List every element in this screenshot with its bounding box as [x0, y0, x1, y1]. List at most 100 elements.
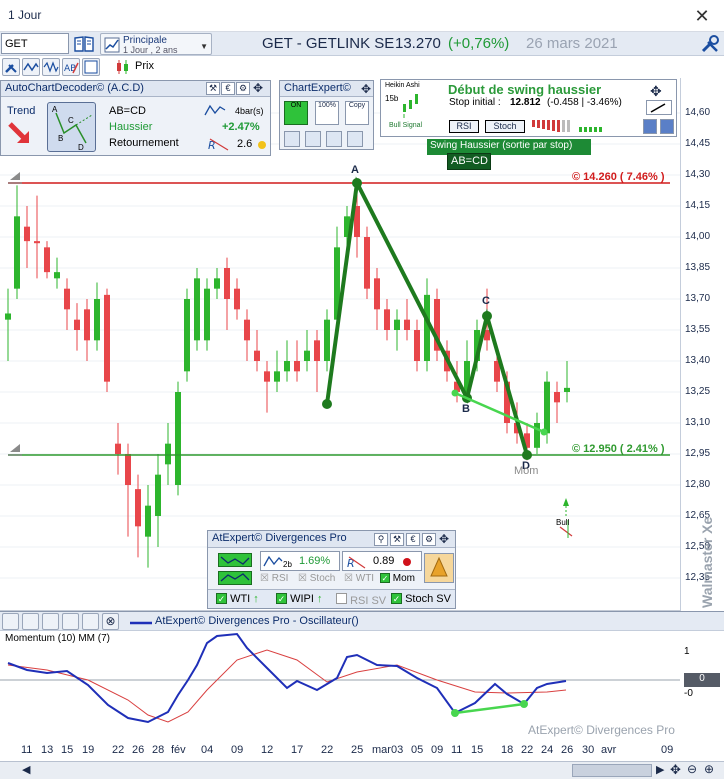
- euro-icon[interactable]: €: [221, 82, 235, 95]
- horizontal-scrollbar[interactable]: ◀ ▶ ✥ ⊖ ⊕: [0, 761, 724, 779]
- option-mom[interactable]: ✓ Mom: [380, 573, 415, 584]
- option-wti[interactable]: ☒ WTI: [344, 573, 374, 584]
- pen-button[interactable]: [347, 131, 363, 147]
- move-icon[interactable]: ✥: [670, 762, 681, 778]
- scroll-left-icon[interactable]: ◀: [22, 763, 30, 776]
- candle-body: [54, 272, 60, 279]
- window-button[interactable]: [82, 58, 100, 76]
- candle-body: [104, 294, 110, 382]
- pattern-thumbnail[interactable]: A C B D: [47, 102, 96, 152]
- move-icon[interactable]: ✥: [251, 82, 265, 95]
- status-dot-icon: [403, 558, 411, 566]
- scroll-right-icon[interactable]: ▶: [656, 763, 664, 776]
- candle-body: [384, 309, 390, 330]
- tools-mini-icon[interactable]: ⚙: [422, 533, 436, 546]
- bell-alert-button[interactable]: [424, 553, 454, 583]
- support-label: © 12.950 ( 2.41% ): [572, 443, 665, 455]
- osc-scale-neg: -0: [684, 688, 693, 699]
- indicators-button[interactable]: [22, 613, 39, 630]
- move-icon[interactable]: ✥: [650, 83, 662, 100]
- y-axis-tick: 12,95: [685, 448, 711, 459]
- x-axis-tick: 17: [291, 744, 304, 756]
- chartexpert-panel: ChartExpert© ✥ ON 100% Copy: [279, 80, 374, 150]
- indicators-button[interactable]: [22, 58, 40, 76]
- x-axis-tick: 09: [661, 744, 674, 756]
- settings-icon[interactable]: ⚒: [206, 82, 220, 95]
- chart-mode-button[interactable]: [643, 119, 657, 134]
- zoom-tool-button[interactable]: [646, 100, 672, 115]
- price-series-label[interactable]: Prix: [135, 60, 154, 72]
- indicator-mode-button[interactable]: [660, 119, 674, 134]
- bell-icon[interactable]: [8, 444, 22, 456]
- rsi-button[interactable]: RSI: [449, 120, 479, 133]
- candle-body: [165, 443, 171, 465]
- annotation-button[interactable]: [62, 613, 79, 630]
- edit-button[interactable]: [305, 131, 321, 147]
- close-icon[interactable]: ✕: [690, 4, 714, 28]
- copy-button[interactable]: Copy: [345, 101, 369, 125]
- y-axis-tick: 14,30: [685, 169, 711, 180]
- abcd-label[interactable]: AB=CD: [447, 153, 491, 170]
- book-icon[interactable]: [73, 35, 95, 53]
- stoch-button[interactable]: Stoch: [485, 120, 525, 133]
- move-icon[interactable]: ✥: [439, 532, 449, 546]
- window-title: 1 Jour: [8, 8, 42, 22]
- check-rsi-sv[interactable]: RSI SV: [336, 593, 386, 607]
- palette-button[interactable]: [326, 131, 342, 147]
- candle-body: [135, 489, 141, 527]
- candle-body: [394, 319, 400, 330]
- on-toggle-button[interactable]: ON: [284, 101, 308, 125]
- annotation-button[interactable]: AB: [62, 58, 80, 76]
- euro-icon[interactable]: €: [406, 533, 420, 546]
- svg-text:A: A: [52, 105, 58, 114]
- zoom-out-icon[interactable]: ⊖: [687, 762, 697, 776]
- pattern-point: [482, 311, 492, 321]
- divergence-bear-button[interactable]: [218, 571, 252, 585]
- strength-meter-icon: [532, 120, 602, 132]
- divergence-bull-button[interactable]: [218, 553, 252, 567]
- tools-mini-icon[interactable]: ⚙: [236, 82, 250, 95]
- move-icon[interactable]: ✥: [361, 82, 371, 96]
- settings-button[interactable]: [284, 131, 300, 147]
- check-wipi[interactable]: ✓ WIPI ↑: [276, 593, 322, 605]
- check-wti[interactable]: ✓ WTI ↑: [216, 593, 259, 605]
- acd-panel-controls: ⚒ € ⚙ ✥: [206, 82, 268, 96]
- tools-button[interactable]: [2, 58, 20, 76]
- candle-body: [264, 371, 270, 382]
- wrench-icon: [5, 64, 17, 73]
- tools-button[interactable]: [2, 613, 19, 630]
- zoom-100-button[interactable]: 100%: [315, 101, 339, 125]
- divergence-rr-box: R 0.89: [342, 551, 422, 571]
- x-axis-tick: 09: [231, 744, 244, 756]
- tools-icon[interactable]: [700, 34, 720, 54]
- y-axis-tick: 13,10: [685, 417, 711, 428]
- scrollbar-thumb[interactable]: [572, 764, 652, 777]
- option-rsi[interactable]: ☒ RSI: [260, 573, 288, 584]
- x-axis-tick: 22: [321, 744, 334, 756]
- oscillator-button[interactable]: [42, 613, 59, 630]
- check-stoch-sv[interactable]: ✓ Stoch SV: [391, 593, 451, 605]
- option-stoch[interactable]: ☒ Stoch: [298, 573, 335, 584]
- candle-body: [414, 330, 420, 361]
- oscillator-watermark: AtExpert© Divergences Pro: [528, 723, 675, 737]
- text-pen-icon: AB: [64, 62, 79, 74]
- bell-icon[interactable]: [8, 172, 22, 184]
- period-selector[interactable]: Principale 1 Jour , 2 ans ▼: [100, 33, 212, 55]
- candle-body: [24, 226, 30, 242]
- zoom-in-icon[interactable]: ⊕: [704, 762, 714, 776]
- candle-body: [175, 392, 181, 485]
- symbol-input[interactable]: [1, 33, 69, 54]
- search-icon[interactable]: ⚲: [374, 533, 388, 546]
- candle-body: [314, 340, 320, 361]
- last-price: 13.270: [395, 35, 441, 52]
- oscillator-button[interactable]: [42, 58, 60, 76]
- pattern-gain: +2.47%: [222, 121, 260, 133]
- point-a-label: A: [351, 164, 359, 176]
- divergence-pct: 1.69%: [299, 555, 331, 567]
- close-icon[interactable]: ⊗: [102, 613, 119, 630]
- svg-text:D: D: [78, 143, 84, 151]
- window-button[interactable]: [82, 613, 99, 630]
- settings-icon[interactable]: ⚒: [390, 533, 404, 546]
- point-b-label: B: [462, 403, 470, 415]
- point-c-label: C: [482, 295, 490, 307]
